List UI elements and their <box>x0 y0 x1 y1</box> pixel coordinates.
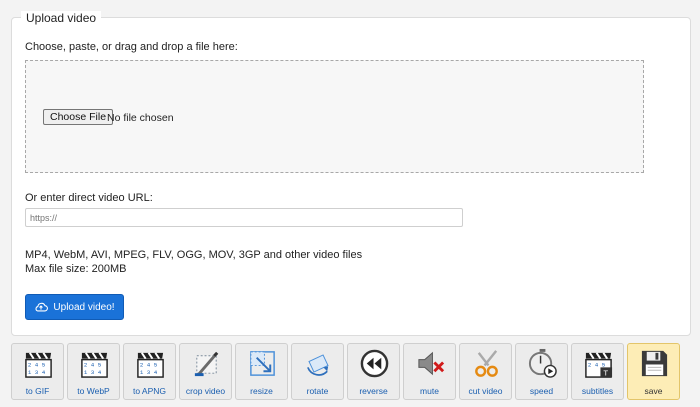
tool-label: resize <box>250 386 273 396</box>
svg-text:2 4 5: 2 4 5 <box>84 361 102 368</box>
tool-rotate[interactable]: rotate <box>291 343 344 400</box>
cloud-upload-icon <box>35 302 49 312</box>
upload-video-label: Upload video! <box>53 301 115 313</box>
svg-text:T: T <box>603 369 608 378</box>
tool-reverse[interactable]: reverse <box>347 343 400 400</box>
svg-text:1 3 4: 1 3 4 <box>28 369 46 376</box>
tool-label: to GIF <box>25 386 50 396</box>
choose-file-label: Choose, paste, or drag and drop a file h… <box>25 41 238 53</box>
mute-speaker-icon <box>418 351 445 376</box>
tool-label: cut video <box>468 386 503 396</box>
svg-text:2 4 5: 2 4 5 <box>588 361 606 368</box>
tool-to-gif[interactable]: 2 4 5 1 3 4 to GIF <box>11 343 64 400</box>
tool-to-apng[interactable]: 2 4 5 1 3 4 to APNG <box>123 343 176 400</box>
url-label: Or enter direct video URL: <box>25 192 153 204</box>
tool-label: crop video <box>185 386 226 396</box>
tool-label: save <box>644 386 663 396</box>
supported-formats-text: MP4, WebM, AVI, MPEG, FLV, OGG, MOV, 3GP… <box>25 249 363 261</box>
tool-subtitles[interactable]: 2 4 5 T subtitles <box>571 343 624 400</box>
tool-cut-video[interactable]: cut video <box>459 343 512 400</box>
crop-icon <box>194 351 219 377</box>
tool-label: mute <box>420 386 439 396</box>
upload-legend: Upload video <box>21 11 102 25</box>
resize-icon <box>250 351 275 376</box>
tool-to-webp[interactable]: 2 4 5 1 3 4 to WebP <box>67 343 120 400</box>
stopwatch-icon <box>528 348 557 378</box>
tool-resize[interactable]: resize <box>235 343 288 400</box>
clapperboard-icon: 2 4 5 1 3 4 <box>25 352 52 378</box>
no-file-chosen-text: No file chosen <box>107 112 174 124</box>
svg-text:2 4 5: 2 4 5 <box>28 361 46 368</box>
tool-label: subtitles <box>581 386 614 396</box>
svg-text:1 3 4: 1 3 4 <box>140 369 158 376</box>
video-url-input[interactable] <box>25 208 463 227</box>
tool-label: rotate <box>306 386 329 396</box>
svg-text:2 4 5: 2 4 5 <box>140 361 158 368</box>
formats-info: MP4, WebM, AVI, MPEG, FLV, OGG, MOV, 3GP… <box>25 248 362 276</box>
tools-toolbar: 2 4 5 1 3 4 to GIF 2 4 5 1 3 4 to WebP 2… <box>11 343 691 407</box>
tool-crop-video[interactable]: crop video <box>179 343 232 400</box>
upload-video-button[interactable]: Upload video! <box>25 294 124 320</box>
svg-text:1 3 4: 1 3 4 <box>84 369 102 376</box>
tool-label: to WebP <box>77 386 110 396</box>
subtitles-clapperboard-icon: 2 4 5 T <box>585 352 613 378</box>
tool-label: to APNG <box>132 386 167 396</box>
rewind-icon <box>360 349 389 378</box>
scissors-icon <box>475 350 498 377</box>
tool-speed[interactable]: speed <box>515 343 568 400</box>
tool-label: speed <box>529 386 554 396</box>
max-file-size-text: Max file size: 200MB <box>25 263 127 275</box>
clapperboard-icon: 2 4 5 1 3 4 <box>81 352 108 378</box>
tool-mute[interactable]: mute <box>403 343 456 400</box>
choose-file-button[interactable]: Choose File <box>43 109 114 125</box>
tool-label: reverse <box>359 386 388 396</box>
clapperboard-icon: 2 4 5 1 3 4 <box>137 352 164 378</box>
floppy-disk-icon <box>641 350 668 377</box>
rotate-icon <box>307 354 329 376</box>
tool-save[interactable]: save <box>627 343 680 400</box>
